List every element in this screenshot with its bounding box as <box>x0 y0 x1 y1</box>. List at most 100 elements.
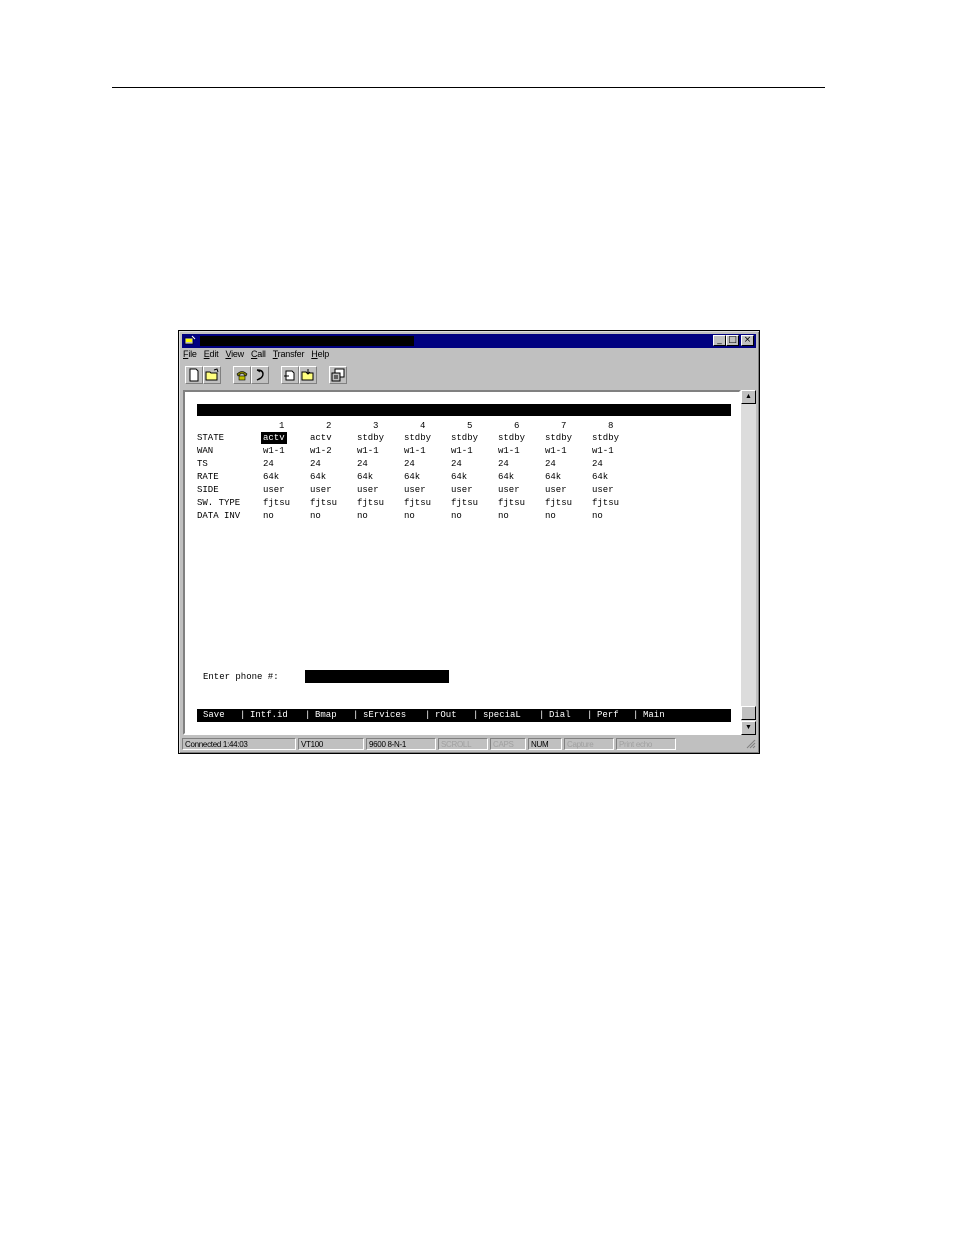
menu-item-label: all <box>257 349 266 359</box>
grid-cell: w1-1 <box>545 446 567 456</box>
hyperterminal-window: _ □ × File Edit View Call Transfer Help u <box>178 330 760 754</box>
status-scroll: SCROLL <box>438 738 488 750</box>
selected-cell: actv <box>261 432 287 444</box>
resize-grip-icon[interactable] <box>746 739 756 749</box>
scroll-thumb[interactable] <box>741 706 756 720</box>
command-dial[interactable]: Dial <box>549 709 571 722</box>
properties-button[interactable] <box>329 366 347 384</box>
grid-cell: user <box>404 485 426 495</box>
grid-cell: 64k <box>263 472 280 482</box>
command-save[interactable]: Save <box>203 709 225 722</box>
phone-number-input[interactable] <box>305 670 449 683</box>
menu-item-0[interactable]: File <box>183 349 197 359</box>
row-label: SIDE <box>197 485 219 495</box>
new-file-button[interactable] <box>185 366 203 384</box>
port-number: 2 <box>326 421 332 431</box>
grid-cell: w1-1 <box>357 446 379 456</box>
command-separator: | <box>425 710 431 720</box>
grid-cell: 64k <box>310 472 327 482</box>
grid-cell: no <box>357 511 368 521</box>
menu-item-label: ile <box>188 349 197 359</box>
properties-icon <box>331 368 345 382</box>
grid-cell: 64k <box>545 472 562 482</box>
menu-item-1[interactable]: Edit <box>204 349 219 359</box>
command-intfid[interactable]: Intf.id <box>250 709 288 722</box>
grid-cell: 24 <box>263 459 274 469</box>
receive-button[interactable] <box>299 366 317 384</box>
grid-cell: w1-1 <box>263 446 285 456</box>
terminal-header-left: unknown | P3/U3 <box>203 417 317 427</box>
grid-cell: stdby <box>451 433 479 443</box>
arrow-up-icon: ▲ <box>745 393 752 400</box>
scroll-down-button[interactable]: ▼ <box>741 721 756 735</box>
grid-cell: w1-1 <box>498 446 520 456</box>
grid-cell: 24 <box>310 459 321 469</box>
command-main[interactable]: Main <box>643 709 665 722</box>
send-button[interactable] <box>281 366 299 384</box>
receive-icon <box>301 369 314 381</box>
terminal-screen[interactable]: unknown | P3/U3 Ser 00473 02-10-95 20:41… <box>183 390 741 735</box>
grid-cell: stdby <box>498 433 526 443</box>
disconnect-button[interactable] <box>251 366 269 384</box>
grid-cell: fjtsu <box>310 498 338 508</box>
hyperterminal-app-icon[interactable] <box>184 335 196 347</box>
menu-item-label: dit <box>209 349 219 359</box>
command-services[interactable]: sErvices <box>363 709 406 722</box>
grid-cell: actv <box>310 433 332 443</box>
maximize-button[interactable]: □ <box>726 335 739 346</box>
row-label: TS <box>197 459 208 469</box>
menu-item-label: ransfer <box>277 349 305 359</box>
grid-cell: w1-1 <box>592 446 614 456</box>
status-capture: Capture <box>564 738 614 750</box>
title-bar[interactable]: _ □ × <box>182 334 756 348</box>
port-number: 5 <box>467 421 473 431</box>
menu-item-5[interactable]: Help <box>311 349 329 359</box>
grid-cell: fjtsu <box>357 498 385 508</box>
menu-item-3[interactable]: Call <box>251 349 266 359</box>
grid-cell: w1-2 <box>310 446 332 456</box>
grid-cell: stdby <box>545 433 573 443</box>
grid-cell: w1-1 <box>404 446 426 456</box>
menu-item-4[interactable]: Transfer <box>273 349 305 359</box>
grid-cell: 24 <box>498 459 509 469</box>
grid-cell: no <box>592 511 603 521</box>
connect-button[interactable] <box>233 366 251 384</box>
grid-cell: user <box>357 485 379 495</box>
grid-cell: 24 <box>545 459 556 469</box>
grid-cell: no <box>545 511 556 521</box>
phone-prompt: Enter phone #: <box>203 672 279 682</box>
grid-cell: 64k <box>404 472 421 482</box>
grid-cell: 24 <box>404 459 415 469</box>
grid-cell: 64k <box>592 472 609 482</box>
command-bmap[interactable]: Bmap <box>315 709 337 722</box>
row-label: DATA INV <box>197 511 241 521</box>
minimize-button[interactable]: _ <box>713 335 726 346</box>
grid-cell: w1-1 <box>451 446 473 456</box>
vertical-scrollbar[interactable]: ▲ ▼ <box>741 390 756 735</box>
menu-item-2[interactable]: View <box>225 349 244 359</box>
command-rout[interactable]: rOut <box>435 709 457 722</box>
phone-disconnect-icon <box>256 369 264 381</box>
grid-cell: fjtsu <box>404 498 432 508</box>
command-perf[interactable]: Perf <box>597 709 619 722</box>
open-button[interactable] <box>203 366 221 384</box>
status-emulation: VT100 <box>298 738 364 750</box>
scroll-up-button[interactable]: ▲ <box>741 390 756 404</box>
grid-cell: 64k <box>498 472 515 482</box>
grid-cell: user <box>545 485 567 495</box>
grid-cell: 64k <box>357 472 374 482</box>
open-folder-icon <box>205 368 219 381</box>
status-connected: Connected 1:44:03 <box>182 738 296 750</box>
close-button[interactable]: × <box>741 335 754 346</box>
grid-cell: no <box>310 511 321 521</box>
status-print-echo: Print echo <box>616 738 676 750</box>
command-separator: | <box>587 710 593 720</box>
port-number: 3 <box>373 421 379 431</box>
command-separator: | <box>633 710 639 720</box>
grid-cell: user <box>263 485 285 495</box>
grid-cell: no <box>404 511 415 521</box>
arrow-down-icon: ▼ <box>745 724 752 731</box>
command-special[interactable]: speciaL <box>483 709 521 722</box>
command-separator: | <box>305 710 311 720</box>
grid-cell: user <box>498 485 520 495</box>
